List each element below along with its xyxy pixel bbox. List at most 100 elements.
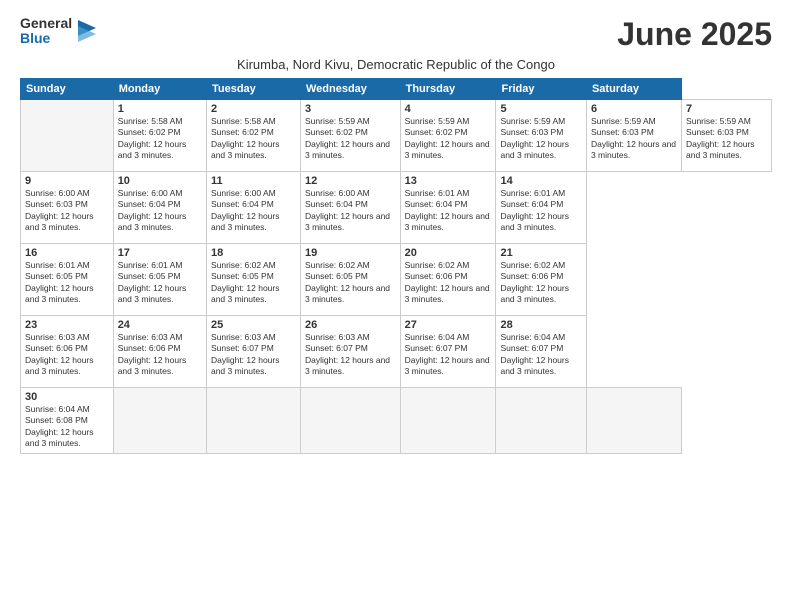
day-info: Sunrise: 6:02 AMSunset: 6:05 PMDaylight:…: [305, 260, 396, 306]
day-info: Sunrise: 6:02 AMSunset: 6:05 PMDaylight:…: [211, 260, 296, 306]
table-cell: [113, 388, 206, 454]
day-info: Sunrise: 6:04 AMSunset: 6:08 PMDaylight:…: [25, 404, 109, 450]
table-cell: 10 Sunrise: 6:00 AMSunset: 6:04 PMDaylig…: [113, 172, 206, 244]
table-cell: 24 Sunrise: 6:03 AMSunset: 6:06 PMDaylig…: [113, 316, 206, 388]
day-info: Sunrise: 6:04 AMSunset: 6:07 PMDaylight:…: [405, 332, 492, 378]
day-info: Sunrise: 5:59 AMSunset: 6:03 PMDaylight:…: [591, 116, 677, 162]
day-info: Sunrise: 6:03 AMSunset: 6:07 PMDaylight:…: [211, 332, 296, 378]
table-cell: [586, 388, 681, 454]
table-cell: 16 Sunrise: 6:01 AMSunset: 6:05 PMDaylig…: [21, 244, 114, 316]
table-cell: 19 Sunrise: 6:02 AMSunset: 6:05 PMDaylig…: [300, 244, 400, 316]
day-number: 30: [25, 391, 109, 403]
table-cell: 21 Sunrise: 6:02 AMSunset: 6:06 PMDaylig…: [496, 244, 587, 316]
table-cell: 7 Sunrise: 5:59 AMSunset: 6:03 PMDayligh…: [682, 100, 772, 172]
day-info: Sunrise: 6:02 AMSunset: 6:06 PMDaylight:…: [500, 260, 582, 306]
table-cell: 14 Sunrise: 6:01 AMSunset: 6:04 PMDaylig…: [496, 172, 587, 244]
day-info: Sunrise: 6:00 AMSunset: 6:04 PMDaylight:…: [118, 188, 202, 234]
col-tuesday: Tuesday: [206, 79, 300, 100]
logo-general: General: [20, 16, 72, 31]
day-info: Sunrise: 6:03 AMSunset: 6:06 PMDaylight:…: [25, 332, 109, 378]
day-number: 10: [118, 175, 202, 187]
col-thursday: Thursday: [400, 79, 496, 100]
month-title: June 2025: [617, 16, 772, 53]
day-number: 11: [211, 175, 296, 187]
day-info: Sunrise: 6:01 AMSunset: 6:05 PMDaylight:…: [25, 260, 109, 306]
day-number: 3: [305, 103, 396, 115]
table-cell: 11 Sunrise: 6:00 AMSunset: 6:04 PMDaylig…: [206, 172, 300, 244]
day-number: 21: [500, 247, 582, 259]
col-sunday: Sunday: [21, 79, 114, 100]
day-info: Sunrise: 5:59 AMSunset: 6:03 PMDaylight:…: [686, 116, 767, 162]
table-cell: [21, 100, 114, 172]
table-cell: 20 Sunrise: 6:02 AMSunset: 6:06 PMDaylig…: [400, 244, 496, 316]
table-cell: 5 Sunrise: 5:59 AMSunset: 6:03 PMDayligh…: [496, 100, 587, 172]
table-cell: [400, 388, 496, 454]
col-saturday: Saturday: [586, 79, 681, 100]
day-number: 6: [591, 103, 677, 115]
table-cell: 26 Sunrise: 6:03 AMSunset: 6:07 PMDaylig…: [300, 316, 400, 388]
table-cell: 2 Sunrise: 5:58 AMSunset: 6:02 PMDayligh…: [206, 100, 300, 172]
page: General Blue June 2025 Kirumba, Nord Kiv…: [0, 0, 792, 612]
day-number: 2: [211, 103, 296, 115]
calendar-header-row: Sunday Monday Tuesday Wednesday Thursday…: [21, 79, 772, 100]
header: General Blue June 2025: [20, 16, 772, 53]
table-cell: [300, 388, 400, 454]
day-info: Sunrise: 5:58 AMSunset: 6:02 PMDaylight:…: [118, 116, 202, 162]
table-cell: 4 Sunrise: 5:59 AMSunset: 6:02 PMDayligh…: [400, 100, 496, 172]
day-info: Sunrise: 5:59 AMSunset: 6:02 PMDaylight:…: [405, 116, 492, 162]
day-info: Sunrise: 5:58 AMSunset: 6:02 PMDaylight:…: [211, 116, 296, 162]
day-info: Sunrise: 6:01 AMSunset: 6:05 PMDaylight:…: [118, 260, 202, 306]
day-info: Sunrise: 6:03 AMSunset: 6:06 PMDaylight:…: [118, 332, 202, 378]
day-info: Sunrise: 6:01 AMSunset: 6:04 PMDaylight:…: [500, 188, 582, 234]
day-number: 9: [25, 175, 109, 187]
table-cell: 28 Sunrise: 6:04 AMSunset: 6:07 PMDaylig…: [496, 316, 587, 388]
day-number: 5: [500, 103, 582, 115]
col-friday: Friday: [496, 79, 587, 100]
day-number: 20: [405, 247, 492, 259]
day-number: 24: [118, 319, 202, 331]
table-cell: 30 Sunrise: 6:04 AMSunset: 6:08 PMDaylig…: [21, 388, 114, 454]
day-number: 7: [686, 103, 767, 115]
day-number: 18: [211, 247, 296, 259]
day-info: Sunrise: 5:59 AMSunset: 6:02 PMDaylight:…: [305, 116, 396, 162]
day-number: 1: [118, 103, 202, 115]
day-number: 13: [405, 175, 492, 187]
day-info: Sunrise: 6:00 AMSunset: 6:04 PMDaylight:…: [211, 188, 296, 234]
day-info: Sunrise: 6:03 AMSunset: 6:07 PMDaylight:…: [305, 332, 396, 378]
day-number: 26: [305, 319, 396, 331]
table-cell: 6 Sunrise: 5:59 AMSunset: 6:03 PMDayligh…: [586, 100, 681, 172]
day-number: 14: [500, 175, 582, 187]
col-monday: Monday: [113, 79, 206, 100]
day-info: Sunrise: 5:59 AMSunset: 6:03 PMDaylight:…: [500, 116, 582, 162]
table-cell: 12 Sunrise: 6:00 AMSunset: 6:04 PMDaylig…: [300, 172, 400, 244]
table-cell: [496, 388, 587, 454]
table-cell: 13 Sunrise: 6:01 AMSunset: 6:04 PMDaylig…: [400, 172, 496, 244]
day-number: 4: [405, 103, 492, 115]
day-info: Sunrise: 6:00 AMSunset: 6:03 PMDaylight:…: [25, 188, 109, 234]
subtitle: Kirumba, Nord Kivu, Democratic Republic …: [20, 57, 772, 72]
day-info: Sunrise: 6:04 AMSunset: 6:07 PMDaylight:…: [500, 332, 582, 378]
day-number: 28: [500, 319, 582, 331]
calendar-table: Sunday Monday Tuesday Wednesday Thursday…: [20, 78, 772, 454]
day-info: Sunrise: 6:02 AMSunset: 6:06 PMDaylight:…: [405, 260, 492, 306]
table-cell: 1 Sunrise: 5:58 AMSunset: 6:02 PMDayligh…: [113, 100, 206, 172]
table-cell: 23 Sunrise: 6:03 AMSunset: 6:06 PMDaylig…: [21, 316, 114, 388]
table-cell: [206, 388, 300, 454]
day-number: 27: [405, 319, 492, 331]
table-cell: 17 Sunrise: 6:01 AMSunset: 6:05 PMDaylig…: [113, 244, 206, 316]
day-number: 23: [25, 319, 109, 331]
table-cell: 25 Sunrise: 6:03 AMSunset: 6:07 PMDaylig…: [206, 316, 300, 388]
logo-blue: Blue: [20, 31, 72, 46]
day-number: 19: [305, 247, 396, 259]
table-cell: 27 Sunrise: 6:04 AMSunset: 6:07 PMDaylig…: [400, 316, 496, 388]
col-wednesday: Wednesday: [300, 79, 400, 100]
logo: General Blue: [20, 16, 96, 47]
day-number: 12: [305, 175, 396, 187]
day-info: Sunrise: 6:01 AMSunset: 6:04 PMDaylight:…: [405, 188, 492, 234]
day-info: Sunrise: 6:00 AMSunset: 6:04 PMDaylight:…: [305, 188, 396, 234]
day-number: 25: [211, 319, 296, 331]
day-number: 17: [118, 247, 202, 259]
table-cell: 18 Sunrise: 6:02 AMSunset: 6:05 PMDaylig…: [206, 244, 300, 316]
table-cell: 9 Sunrise: 6:00 AMSunset: 6:03 PMDayligh…: [21, 172, 114, 244]
day-number: 16: [25, 247, 109, 259]
